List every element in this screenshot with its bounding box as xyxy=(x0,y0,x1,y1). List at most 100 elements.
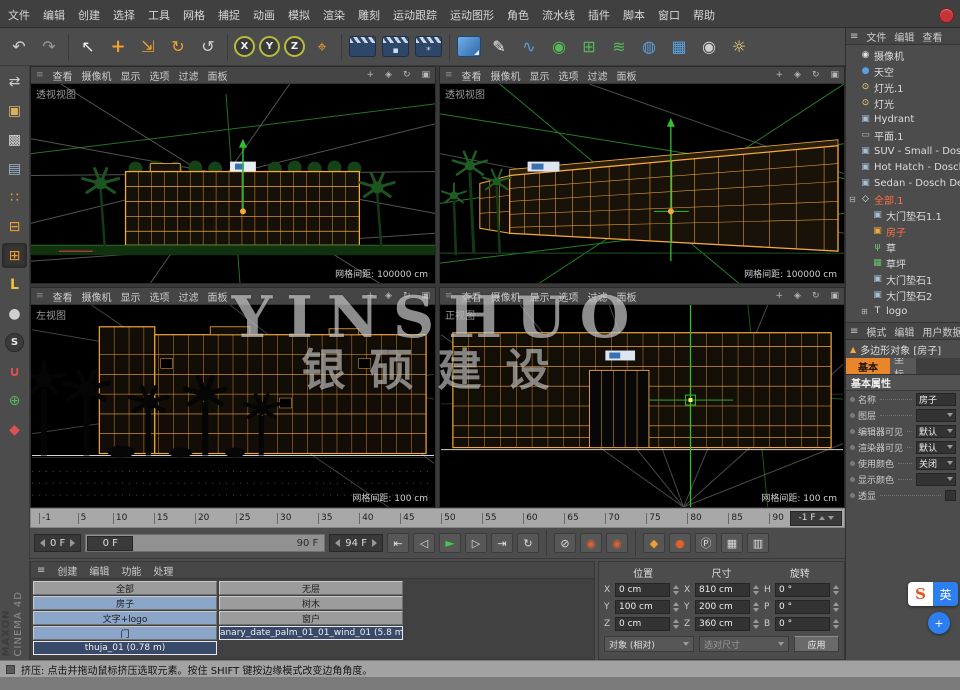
render-picture-viewer-button[interactable]: ▪ xyxy=(382,36,409,57)
points-mode-button[interactable]: ∷ xyxy=(2,185,27,210)
menu-file[interactable]: 文件 xyxy=(8,7,30,23)
maximize-view-icon[interactable]: ▣ xyxy=(421,70,430,80)
texture-mode-button[interactable]: ▩ xyxy=(2,127,27,152)
viewport-menu-options[interactable]: 选项 xyxy=(559,68,579,83)
tree-expander-icon[interactable]: ⊟ xyxy=(849,195,857,204)
light-icon[interactable]: ☼ xyxy=(725,32,753,62)
generator-button[interactable]: ⊞ xyxy=(575,32,603,62)
keyframe-dot-icon[interactable] xyxy=(850,477,855,482)
viewport-menu-camera[interactable]: 摄像机 xyxy=(82,68,112,83)
rotate-view-icon[interactable]: ↻ xyxy=(403,70,411,80)
menu-select[interactable]: 选择 xyxy=(113,7,135,23)
menu-snap[interactable]: 捕捉 xyxy=(218,7,240,23)
viewport-menu-view[interactable]: 查看 xyxy=(462,289,482,304)
tab-basic[interactable]: 基本 xyxy=(846,358,890,374)
viewport-menu-view[interactable]: 查看 xyxy=(53,289,73,304)
tree-item[interactable]: ▣Hot Hatch - Dosch xyxy=(846,159,960,175)
zoom-icon[interactable]: ◈ xyxy=(385,70,392,80)
spline-tool[interactable]: ∿ xyxy=(515,32,543,62)
primitive-cube-button[interactable] xyxy=(457,36,481,57)
tree-item[interactable]: ▣大门垫石1 xyxy=(846,271,960,287)
last-tool-button[interactable]: ↺ xyxy=(194,32,222,62)
viewport-canvas[interactable]: 透视视图 网格间距: 100000 cm xyxy=(440,84,844,283)
goto-start-button[interactable]: ⇤ xyxy=(387,533,409,553)
tree-item[interactable]: ▦草坪 xyxy=(846,255,960,271)
tree-item[interactable]: ▭平面.1 xyxy=(846,127,960,143)
timeline-slider-handle[interactable]: 0 F xyxy=(87,536,133,551)
record-position-button[interactable]: ◉ xyxy=(580,533,602,553)
render-view-button[interactable] xyxy=(349,36,376,57)
stepper-down-icon[interactable] xyxy=(673,591,679,595)
stepper-up-icon[interactable] xyxy=(833,602,839,606)
stepper-up-icon[interactable] xyxy=(833,619,839,623)
input-toolbox-icon[interactable]: + xyxy=(928,612,950,634)
rotate-tool[interactable]: ↻ xyxy=(164,32,192,62)
layer-cell-selected[interactable]: 文字+logo xyxy=(33,611,217,625)
pan-icon[interactable]: + xyxy=(366,70,374,80)
keyframe-dot-icon[interactable] xyxy=(850,493,855,498)
record-keyframe-button[interactable]: ◆ xyxy=(643,533,665,553)
om-menu-edit[interactable]: 编辑 xyxy=(894,29,914,44)
red-status-icon[interactable] xyxy=(939,8,954,23)
menu-simulate[interactable]: 模拟 xyxy=(288,7,310,23)
viewport-canvas[interactable]: 透视视图 网格间距: 100000 cm xyxy=(31,84,435,283)
tree-item[interactable]: ⊙灯光.1 xyxy=(846,79,960,95)
camera-icon[interactable]: ◉ xyxy=(695,32,723,62)
rotation-h-field[interactable]: 0 ° xyxy=(775,583,830,597)
stepper-up-icon[interactable] xyxy=(833,585,839,589)
stepper-right-icon[interactable] xyxy=(372,539,377,547)
input-language-indicator[interactable]: 英 xyxy=(933,582,958,606)
keyframe-dot-icon[interactable] xyxy=(850,413,855,418)
menu-window[interactable]: 窗口 xyxy=(658,7,680,23)
stepper-up-icon[interactable] xyxy=(819,516,825,520)
viewport-menu-display[interactable]: 显示 xyxy=(530,289,550,304)
mograph-button[interactable]: ▦ xyxy=(665,32,693,62)
viewport-menu-panel[interactable]: 面板 xyxy=(208,68,228,83)
enable-axis-button[interactable]: L xyxy=(2,272,27,297)
viewport-menu-options[interactable]: 选项 xyxy=(559,289,579,304)
viewport-menu-filter[interactable]: 过滤 xyxy=(179,289,199,304)
coordinate-system-button[interactable]: ⌖ xyxy=(308,32,336,62)
tree-item[interactable]: ▣大门垫石2 xyxy=(846,287,960,303)
layer-cell[interactable]: 窗户 xyxy=(219,611,403,625)
menu-mesh[interactable]: 网格 xyxy=(183,7,205,23)
tree-item[interactable]: ●天空 xyxy=(846,63,960,79)
keyframe-dot-icon[interactable] xyxy=(850,461,855,466)
stepper-left-icon[interactable] xyxy=(40,539,45,547)
zoom-icon[interactable]: ◈ xyxy=(794,70,801,80)
stepper-down-icon[interactable] xyxy=(753,625,759,629)
pen-tool[interactable]: ✎ xyxy=(485,32,513,62)
magnet-snap-button[interactable]: ∪ xyxy=(2,359,27,384)
viewport-menu-camera[interactable]: 摄像机 xyxy=(491,68,521,83)
layer-cell[interactable]: 无层 xyxy=(219,581,403,595)
rotate-view-icon[interactable]: ↻ xyxy=(812,70,820,80)
previous-frame-button[interactable]: ◁ xyxy=(413,533,435,553)
stepper-up-icon[interactable] xyxy=(673,602,679,606)
attr-menu-mode[interactable]: 模式 xyxy=(866,324,886,339)
mini-timeline-button[interactable]: ▥ xyxy=(747,533,769,553)
edges-mode-button[interactable]: ⊟ xyxy=(2,214,27,239)
layer-cell[interactable]: 全部 xyxy=(33,581,217,595)
loop-button[interactable]: ↻ xyxy=(517,533,539,553)
viewport-menu-display[interactable]: 显示 xyxy=(121,289,141,304)
layer-menu-process[interactable]: 处理 xyxy=(153,563,173,578)
environment-button[interactable]: ◍ xyxy=(635,32,663,62)
move-tool[interactable]: + xyxy=(104,32,132,62)
viewport-canvas[interactable]: 左视图 网格间距: 100 cm xyxy=(31,305,435,507)
position-y-field[interactable]: 100 cm xyxy=(615,600,670,614)
lock-x-axis-button[interactable]: X xyxy=(234,36,255,57)
stepper-left-icon[interactable] xyxy=(335,539,340,547)
tree-item-selected[interactable]: ⊟◇全部.1 xyxy=(846,191,960,207)
menu-edit[interactable]: 编辑 xyxy=(43,7,65,23)
stepper-up-icon[interactable] xyxy=(673,585,679,589)
viewport-menu-filter[interactable]: 过滤 xyxy=(588,68,608,83)
keyframe-selection-button[interactable]: ⊘ xyxy=(554,533,576,553)
snap-button[interactable]: S xyxy=(2,330,27,355)
deformer-button[interactable]: ≋ xyxy=(605,32,633,62)
menu-tools[interactable]: 工具 xyxy=(148,7,170,23)
viewport-menu-options[interactable]: 选项 xyxy=(150,68,170,83)
layer-cell[interactable]: 树木 xyxy=(219,596,403,610)
timeline-powerslider[interactable]: 0 F 90 F xyxy=(85,534,325,552)
viewport-menu-view[interactable]: 查看 xyxy=(53,68,73,83)
maximize-view-icon[interactable]: ▣ xyxy=(830,70,839,80)
